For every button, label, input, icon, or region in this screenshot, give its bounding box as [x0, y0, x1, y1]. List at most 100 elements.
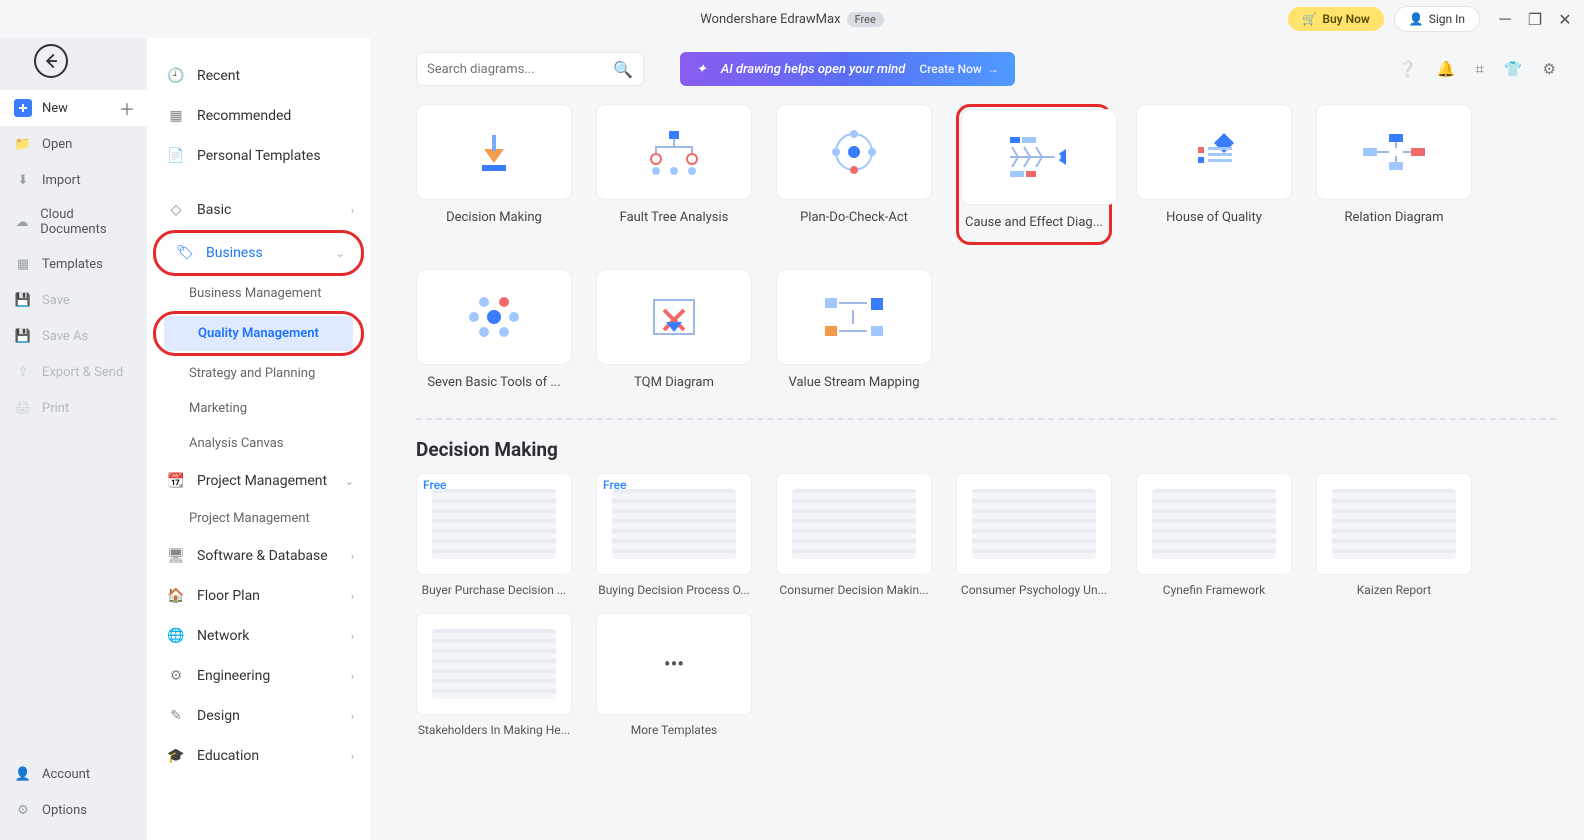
engineering-icon: ⚙	[167, 667, 185, 685]
search-box[interactable]: 🔍	[416, 52, 644, 86]
rail-new[interactable]: New ＋	[0, 90, 147, 126]
template-card[interactable]: Value Stream Mapping	[776, 269, 932, 390]
bell-icon[interactable]: 🔔	[1437, 60, 1456, 78]
search-input[interactable]	[427, 62, 613, 77]
sub-project-mgmt[interactable]: Project Management	[147, 501, 370, 536]
sign-in-button[interactable]: 👤 Sign In	[1394, 6, 1480, 32]
example-card[interactable]: Kaizen Report	[1316, 473, 1472, 597]
template-thumb	[1316, 104, 1472, 200]
chevron-right-icon: ›	[351, 670, 354, 683]
cat-basic[interactable]: ◇Basic›	[147, 190, 370, 230]
cat-software-label: Software & Database	[197, 548, 328, 564]
sub-quality-mgmt[interactable]: Quality Management	[164, 316, 353, 351]
rail-account[interactable]: 👤Account	[0, 756, 147, 792]
example-thumb: Free	[416, 473, 572, 575]
template-title: TQM Diagram	[596, 375, 752, 390]
template-card[interactable]: Relation Diagram	[1316, 104, 1472, 245]
rail-templates[interactable]: ▦Templates	[0, 246, 147, 282]
rail-templates-label: Templates	[42, 257, 103, 272]
floorplan-icon: 🏠	[167, 587, 185, 605]
rail-options-label: Options	[42, 803, 87, 818]
arrow-right-icon: →	[987, 62, 999, 76]
search-icon[interactable]: 🔍	[613, 60, 633, 79]
example-card[interactable]: Consumer Psychology Un...	[956, 473, 1112, 597]
cat-business-label: Business	[206, 245, 263, 261]
template-title: House of Quality	[1136, 210, 1292, 225]
close-icon[interactable]: ✕	[1558, 12, 1572, 26]
template-card[interactable]: Cause and Effect Diag...	[956, 104, 1112, 245]
rail-import[interactable]: ⬇Import	[0, 162, 147, 198]
plus-square-icon	[14, 99, 32, 117]
template-card[interactable]: Fault Tree Analysis	[596, 104, 752, 245]
example-card[interactable]: Consumer Decision Makin...	[776, 473, 932, 597]
template-card[interactable]: Plan-Do-Check-Act	[776, 104, 932, 245]
titlebar: Wondershare EdrawMax Free 🛒 Buy Now 👤 Si…	[0, 0, 1584, 38]
buy-now-button[interactable]: 🛒 Buy Now	[1288, 7, 1383, 31]
cat-design[interactable]: ✎Design›	[147, 696, 370, 736]
cat-project-mgmt[interactable]: 📆Project Management⌄	[147, 461, 370, 501]
maximize-icon[interactable]: ❐	[1528, 12, 1542, 26]
create-now-link[interactable]: Create Now →	[919, 62, 999, 76]
add-icon[interactable]: ＋	[119, 96, 135, 120]
rail-import-label: Import	[42, 173, 81, 188]
cat-personal[interactable]: 📄Personal Templates	[147, 136, 370, 176]
settings-icon[interactable]: ⚙	[1543, 60, 1556, 78]
chevron-right-icon: ›	[351, 630, 354, 643]
example-card[interactable]: Stakeholders In Making He...	[416, 613, 572, 737]
minimize-icon[interactable]: ─	[1498, 12, 1512, 26]
template-title: Seven Basic Tools of ...	[416, 375, 572, 390]
help-icon[interactable]: ❔	[1398, 60, 1417, 78]
template-title: Decision Making	[416, 210, 572, 225]
template-title: Value Stream Mapping	[776, 375, 932, 390]
back-button[interactable]	[34, 44, 68, 78]
example-card[interactable]: Free Buying Decision Process O...	[596, 473, 752, 597]
rail-print-label: Print	[42, 401, 69, 416]
example-title: Buying Decision Process O...	[596, 583, 752, 597]
apps-icon[interactable]: ⌗	[1475, 60, 1483, 78]
rail-cloud[interactable]: ☁Cloud Documents	[0, 198, 147, 246]
example-card[interactable]: FreeBuyer Purchase Decision ...	[416, 473, 572, 597]
buy-now-label: Buy Now	[1322, 12, 1369, 26]
free-tag: Free	[423, 478, 446, 492]
rail-save-label: Save	[42, 293, 70, 308]
template-title: Cause and Effect Diag...	[961, 215, 1107, 240]
sub-strategy[interactable]: Strategy and Planning	[147, 356, 370, 391]
folder-icon: 📁	[14, 135, 32, 153]
cat-network[interactable]: 🌐Network›	[147, 616, 370, 656]
template-title: Plan-Do-Check-Act	[776, 210, 932, 225]
clock-icon: 🕘	[167, 67, 185, 85]
rail-open[interactable]: 📁Open	[0, 126, 147, 162]
free-badge: Free	[847, 12, 884, 27]
cat-recent[interactable]: 🕘Recent	[147, 56, 370, 96]
grid-icon: ▦	[167, 107, 185, 125]
cat-software[interactable]: 🖥Software & Database›	[147, 536, 370, 576]
example-thumb	[956, 473, 1112, 575]
cat-recommended[interactable]: ▦Recommended	[147, 96, 370, 136]
cat-engineering[interactable]: ⚙Engineering›	[147, 656, 370, 696]
cat-education[interactable]: 🎓Education›	[147, 736, 370, 776]
free-tag: Free	[603, 478, 626, 492]
shirt-icon[interactable]: 👕	[1504, 60, 1523, 78]
rail-export-label: Export & Send	[42, 365, 123, 380]
template-thumb	[416, 104, 572, 200]
ai-banner[interactable]: ✦ AI drawing helps open your mind Create…	[680, 52, 1015, 86]
template-card[interactable]: Decision Making	[416, 104, 572, 245]
template-card[interactable]: TQM Diagram	[596, 269, 752, 390]
example-grid-2: Stakeholders In Making He... •••More Temp…	[416, 613, 1556, 737]
cat-basic-label: Basic	[197, 202, 231, 218]
more-templates-card[interactable]: •••More Templates	[596, 613, 752, 737]
template-card[interactable]: Seven Basic Tools of ...	[416, 269, 572, 390]
cat-business[interactable]: 🏷Business⌄	[156, 233, 361, 273]
rail-export: ⇪Export & Send	[0, 354, 147, 390]
template-thumb	[776, 104, 932, 200]
sub-business-mgmt[interactable]: Business Management	[147, 276, 370, 311]
cat-floor[interactable]: 🏠Floor Plan›	[147, 576, 370, 616]
sub-analysis[interactable]: Analysis Canvas	[147, 426, 370, 461]
sub-marketing[interactable]: Marketing	[147, 391, 370, 426]
rail-options[interactable]: ⚙Options	[0, 792, 147, 828]
template-thumb	[416, 269, 572, 365]
template-card[interactable]: House of Quality	[1136, 104, 1292, 245]
example-title: Stakeholders In Making He...	[416, 723, 572, 737]
example-card[interactable]: Cynefin Framework	[1136, 473, 1292, 597]
rail-print: 🖨Print	[0, 390, 147, 426]
